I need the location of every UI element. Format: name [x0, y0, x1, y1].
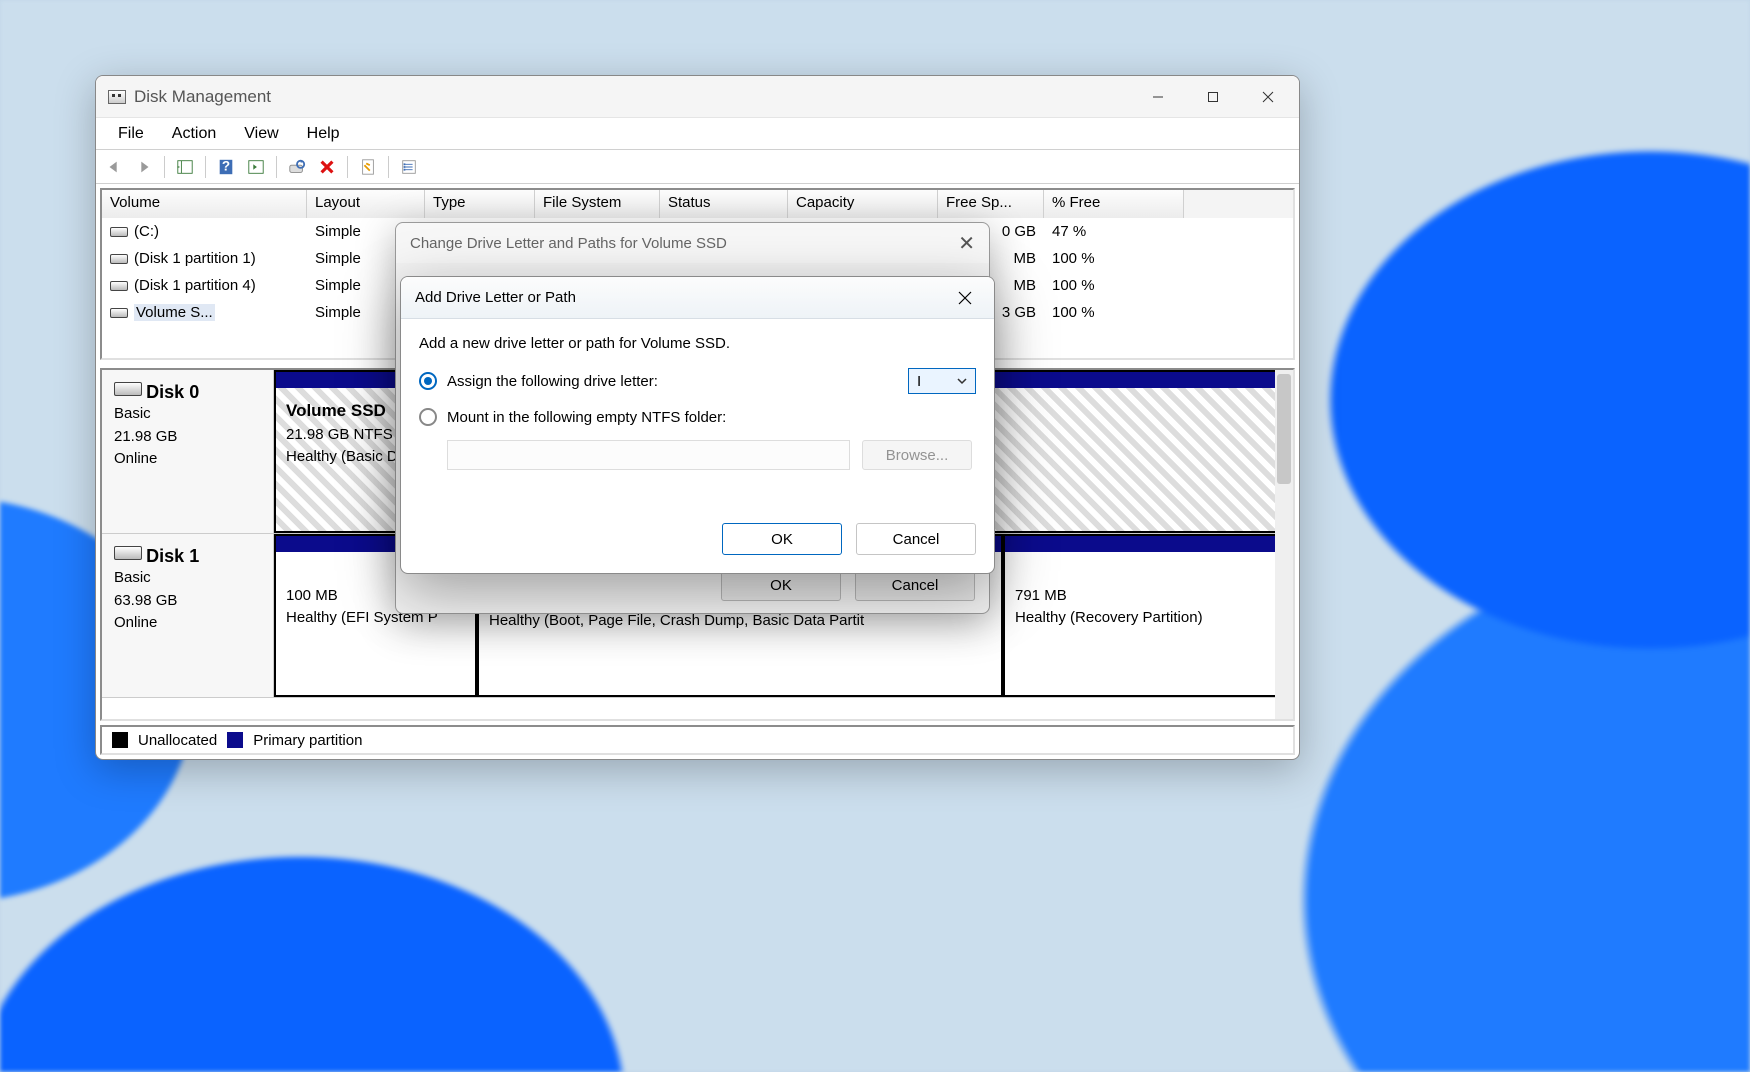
mount-folder-label: Mount in the following empty NTFS folder…: [447, 409, 726, 426]
assign-letter-radio[interactable]: [419, 372, 437, 390]
column-volume[interactable]: Volume: [102, 190, 307, 218]
menu-file[interactable]: File: [104, 121, 158, 147]
cell-volume: Volume S...: [102, 302, 307, 323]
drive-letter-value: I: [917, 373, 921, 390]
legend-primary-swatch: [227, 732, 243, 748]
toolbar-separator: [276, 156, 277, 178]
mount-folder-radio[interactable]: [419, 408, 437, 426]
volume-icon: [110, 308, 128, 318]
show-hide-tree-icon[interactable]: [173, 155, 197, 179]
dialog-description: Add a new drive letter or path for Volum…: [419, 335, 976, 352]
disk-icon: [114, 546, 142, 560]
action-pane-icon[interactable]: [244, 155, 268, 179]
menu-view[interactable]: View: [230, 121, 292, 147]
cell-pctfree: 100 %: [1044, 275, 1184, 296]
cancel-button[interactable]: Cancel: [856, 523, 976, 555]
cell-pctfree: 100 %: [1044, 302, 1184, 323]
volume-icon: [110, 227, 128, 237]
ok-button[interactable]: OK: [722, 523, 842, 555]
legend-primary-label: Primary partition: [253, 732, 362, 749]
scrollbar-vertical[interactable]: [1275, 370, 1293, 719]
menubar: File Action View Help: [96, 118, 1299, 150]
cell-volume: (Disk 1 partition 1): [102, 248, 307, 269]
partition-header: [1005, 536, 1291, 552]
titlebar[interactable]: Disk Management: [96, 76, 1299, 118]
settings-icon[interactable]: [397, 155, 421, 179]
disk-meta[interactable]: Disk 0Basic21.98 GBOnline: [102, 370, 274, 533]
menu-help[interactable]: Help: [293, 121, 354, 147]
close-icon[interactable]: ✕: [958, 231, 975, 256]
disk-meta[interactable]: Disk 1Basic63.98 GBOnline: [102, 534, 274, 697]
dialog-title: Add Drive Letter or Path: [415, 289, 576, 306]
cell-pctfree: 47 %: [1044, 221, 1184, 242]
chevron-down-icon: [957, 376, 967, 386]
column-freespace[interactable]: Free Sp...: [938, 190, 1044, 218]
column-status[interactable]: Status: [660, 190, 788, 218]
toolbar-separator: [388, 156, 389, 178]
cell-volume: (C:): [102, 221, 307, 242]
svg-text:?: ?: [222, 158, 230, 173]
dialog-titlebar[interactable]: Change Drive Letter and Paths for Volume…: [396, 223, 989, 263]
properties-icon[interactable]: [356, 155, 380, 179]
dialog-titlebar[interactable]: Add Drive Letter or Path: [401, 277, 994, 319]
cell-volume: (Disk 1 partition 4): [102, 275, 307, 296]
forward-icon[interactable]: [132, 155, 156, 179]
volume-icon: [110, 281, 128, 291]
app-icon: [108, 90, 126, 104]
toolbar-separator: [164, 156, 165, 178]
partition[interactable]: 791 MBHealthy (Recovery Partition): [1003, 534, 1293, 697]
maximize-button[interactable]: [1185, 76, 1240, 118]
toolbar-separator: [205, 156, 206, 178]
minimize-button[interactable]: [1130, 76, 1185, 118]
browse-button[interactable]: Browse...: [862, 440, 972, 470]
column-capacity[interactable]: Capacity: [788, 190, 938, 218]
volume-list-header: Volume Layout Type File System Status Ca…: [102, 190, 1293, 218]
mount-path-input[interactable]: [447, 440, 850, 470]
legend-unallocated-swatch: [112, 732, 128, 748]
column-type[interactable]: Type: [425, 190, 535, 218]
column-layout[interactable]: Layout: [307, 190, 425, 218]
back-icon[interactable]: [102, 155, 126, 179]
close-button[interactable]: [1240, 76, 1295, 118]
toolbar-separator: [347, 156, 348, 178]
cell-pctfree: 100 %: [1044, 248, 1184, 269]
menu-action[interactable]: Action: [158, 121, 230, 147]
refresh-icon[interactable]: [285, 155, 309, 179]
column-pctfree[interactable]: % Free: [1044, 190, 1184, 218]
drive-letter-dropdown[interactable]: I: [908, 368, 976, 394]
column-filesystem[interactable]: File System: [535, 190, 660, 218]
legend-unallocated-label: Unallocated: [138, 732, 217, 749]
add-drive-letter-dialog: Add Drive Letter or Path Add a new drive…: [400, 276, 995, 574]
disk-icon: [114, 382, 142, 396]
scrollbar-thumb[interactable]: [1277, 374, 1291, 484]
legend: Unallocated Primary partition: [100, 725, 1295, 755]
delete-icon[interactable]: [315, 155, 339, 179]
window-title: Disk Management: [134, 87, 1130, 107]
close-button[interactable]: [950, 283, 980, 313]
toolbar: ?: [96, 150, 1299, 184]
help-icon[interactable]: ?: [214, 155, 238, 179]
assign-letter-label: Assign the following drive letter:: [447, 373, 658, 390]
volume-icon: [110, 254, 128, 264]
dialog-title: Change Drive Letter and Paths for Volume…: [410, 235, 727, 252]
